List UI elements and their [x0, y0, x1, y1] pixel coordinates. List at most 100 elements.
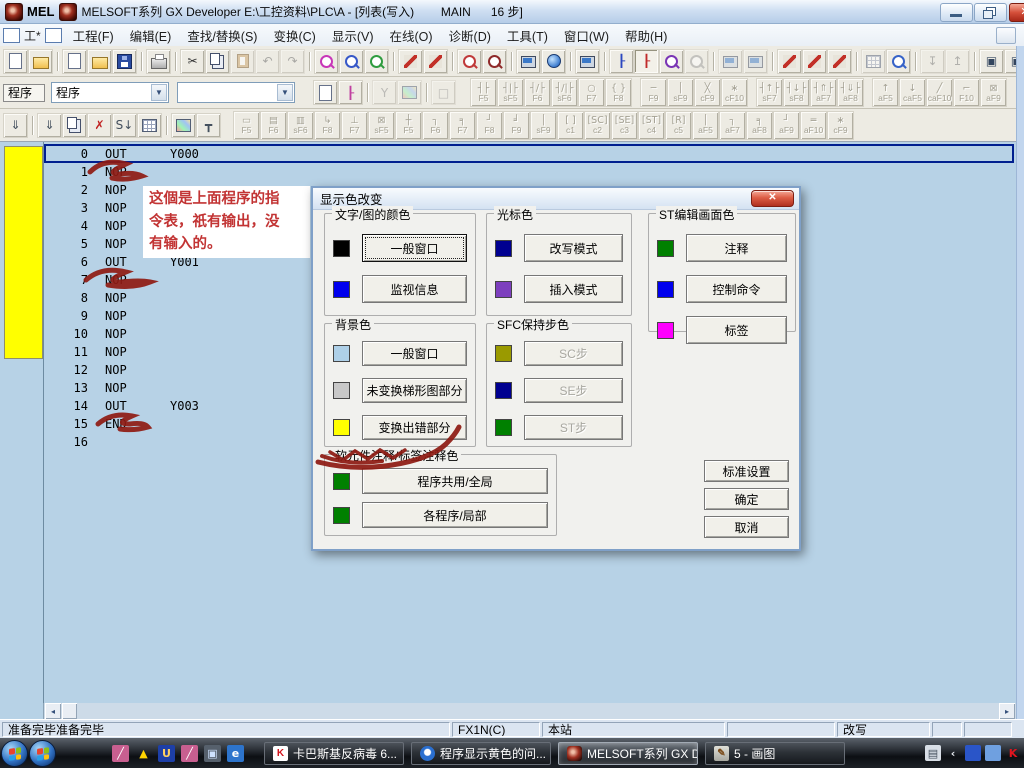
- ladder-cf10-button[interactable]: ∗ cF10: [722, 79, 747, 106]
- menu-item[interactable]: 编辑(E): [122, 24, 180, 47]
- ladder-f10-button[interactable]: ⌐ F10: [954, 79, 979, 106]
- undo-button[interactable]: [256, 50, 279, 73]
- ladder-af9-button[interactable]: ⊠ aF9: [981, 79, 1006, 106]
- device-skip-button[interactable]: [828, 50, 851, 73]
- task-paint[interactable]: ✎ 5 - 画图: [705, 742, 845, 765]
- ladder-sf9-button[interactable]: │ sF9: [668, 79, 693, 106]
- ladder-f9-button[interactable]: ─ F9: [641, 79, 666, 106]
- sfc-c5-button[interactable]: [R] c5: [666, 112, 691, 139]
- sort-button[interactable]: [113, 114, 136, 137]
- menu-item[interactable]: 诊断(D): [441, 24, 499, 47]
- horizontal-scrollbar[interactable]: ◂ ▸: [0, 703, 1016, 719]
- toolbar-button[interactable]: [172, 50, 179, 73]
- toolbar-button[interactable]: [364, 81, 371, 104]
- rung2-f8-button[interactable]: ┘ F8: [477, 112, 502, 139]
- rung2-f7-button[interactable]: ╕ F7: [450, 112, 475, 139]
- dialog-window-button[interactable]: [432, 81, 455, 104]
- device-branch-button[interactable]: [373, 81, 396, 104]
- quick-launch-monitor-icon[interactable]: ▣: [204, 745, 221, 762]
- new-project-button[interactable]: [63, 50, 86, 73]
- toolbar-button[interactable]: [423, 81, 430, 104]
- device-batch-button[interactable]: [803, 50, 826, 73]
- ladder-f7-button[interactable]: ○ F7: [579, 79, 604, 106]
- device-grid-button[interactable]: [398, 81, 421, 104]
- remote-run-button[interactable]: [719, 50, 742, 73]
- program-check-button[interactable]: [862, 50, 885, 73]
- sfc-st-step-button[interactable]: ST步: [524, 415, 623, 440]
- bg-normal-window-button[interactable]: 一般窗口: [362, 341, 467, 366]
- color-grid-button[interactable]: [172, 114, 195, 137]
- quick-launch-anchor-icon[interactable]: U: [158, 745, 175, 762]
- child-window-icon[interactable]: [3, 28, 20, 43]
- menu-item[interactable]: 窗口(W): [556, 24, 617, 47]
- ladder-symbol-button[interactable]: [865, 79, 871, 106]
- cursor-insert-button[interactable]: 插入模式: [524, 275, 623, 303]
- zoom-out-button[interactable]: [458, 50, 481, 73]
- convert-run-button[interactable]: [38, 114, 61, 137]
- step-break-button[interactable]: [946, 50, 969, 73]
- monitor-find-button[interactable]: [660, 50, 683, 73]
- list-view-button[interactable]: [635, 50, 658, 73]
- redo-button[interactable]: [281, 50, 304, 73]
- minimize-button[interactable]: [940, 3, 973, 22]
- convert-all-button[interactable]: [63, 114, 86, 137]
- scroll-left-button[interactable]: ◂: [45, 703, 61, 719]
- step-run-button[interactable]: [921, 50, 944, 73]
- tray-keyboard-icon[interactable]: ▤: [925, 745, 941, 761]
- list-row[interactable]: 0 OUT Y000: [45, 145, 1014, 163]
- ladder-sf8-button[interactable]: ┤↓├ sF8: [784, 79, 809, 106]
- scrollbar-thumb[interactable]: [62, 703, 77, 719]
- toolbar-button[interactable]: [601, 50, 608, 73]
- child-window-icon-2[interactable]: [45, 28, 62, 43]
- monitor-test-button[interactable]: [685, 50, 708, 73]
- toolbar-button[interactable]: [567, 50, 574, 73]
- new-doc-button[interactable]: [4, 50, 27, 73]
- sfc-c2-button[interactable]: [SC] c2: [585, 112, 610, 139]
- ladder-caf5-button[interactable]: ↓ caF5: [900, 79, 925, 106]
- block-combo[interactable]: ▼: [177, 82, 295, 103]
- mdi-restore-button[interactable]: [996, 27, 1016, 44]
- tray-chevron-icon[interactable]: ‹: [945, 745, 961, 761]
- task-kaspersky[interactable]: K 卡巴斯基反病毒 6...: [264, 742, 404, 765]
- ladder-caf10-button[interactable]: ╱ caF10: [927, 79, 952, 106]
- ladder-symbol-button[interactable]: [633, 79, 639, 106]
- io-system-button[interactable]: [138, 114, 161, 137]
- cancel-button[interactable]: 取消: [704, 516, 789, 538]
- rung2-f5-button[interactable]: ┼ F5: [396, 112, 421, 139]
- sfc-sc-step-button[interactable]: SC步: [524, 341, 623, 366]
- text-normal-window-button[interactable]: 一般窗口: [362, 234, 467, 262]
- cursor-overwrite-button[interactable]: 改写模式: [524, 234, 623, 262]
- sfc-cf9-button[interactable]: ∗ cF9: [828, 112, 853, 139]
- st-control-button[interactable]: 控制命令: [686, 275, 787, 303]
- bg-unconverted-button[interactable]: 未变换梯形图部分: [362, 378, 467, 403]
- task-browser-question[interactable]: 程序显示黄色的问...: [411, 742, 551, 765]
- quick-launch-delta-icon[interactable]: ▲: [135, 745, 152, 762]
- device-find-button[interactable]: [365, 50, 388, 73]
- ladder-af8-button[interactable]: ┤⇓├ aF8: [838, 79, 863, 106]
- ladder-f6-button[interactable]: ┤/├ F6: [525, 79, 550, 106]
- toolbar-button[interactable]: [971, 50, 978, 73]
- tray-ime-icon[interactable]: [965, 745, 981, 761]
- ladder-f8-button[interactable]: { } F8: [606, 79, 631, 106]
- rung-sf6-button[interactable]: ▥ sF6: [288, 112, 313, 139]
- rung-sf5-button[interactable]: ⊠ sF5: [369, 112, 394, 139]
- ladder-cf9-button[interactable]: ╳ cF9: [695, 79, 720, 106]
- rung2-sf9-button[interactable]: │ sF9: [531, 112, 556, 139]
- sfc-af10-button[interactable]: ═ aF10: [801, 112, 826, 139]
- rung-f5-button[interactable]: ▭ F5: [234, 112, 259, 139]
- bg-convert-error-button[interactable]: 变换出错部分: [362, 415, 467, 440]
- find-button[interactable]: [315, 50, 338, 73]
- toolbar-button[interactable]: [912, 50, 919, 73]
- sfc-se-step-button[interactable]: SE步: [524, 378, 623, 403]
- toolbar-button[interactable]: [769, 50, 776, 73]
- toolbar-button[interactable]: [449, 50, 456, 73]
- branch-write-button[interactable]: [197, 114, 220, 137]
- standard-setting-button[interactable]: 标准设置: [704, 460, 789, 482]
- paste-button[interactable]: [231, 50, 254, 73]
- menu-item[interactable]: 变换(C): [265, 24, 323, 47]
- rung-f7-button[interactable]: ⊥ F7: [342, 112, 367, 139]
- save-project-button[interactable]: [113, 50, 136, 73]
- dialog-close-button[interactable]: ✕: [751, 190, 794, 207]
- sfc-af7-button[interactable]: ┐ aF7: [720, 112, 745, 139]
- ladder-symbol-button[interactable]: [749, 79, 755, 106]
